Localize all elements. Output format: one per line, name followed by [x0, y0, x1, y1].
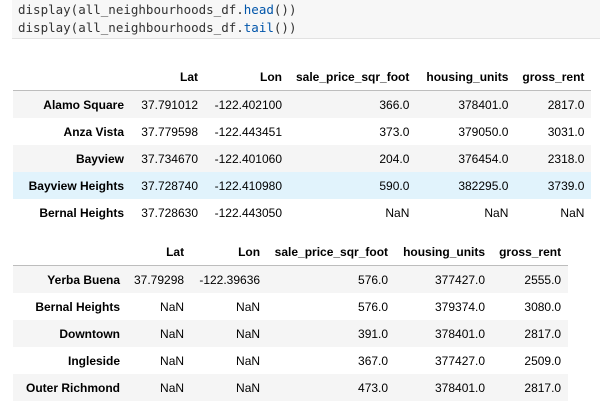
- cell-lat: 37.734670: [141, 151, 198, 166]
- row-index: Bayview: [75, 151, 124, 166]
- column-header-gross-rent: gross_rent: [492, 239, 569, 266]
- table-header-row: Lat Lon sale_price_sqr_foot housing_unit…: [13, 239, 569, 266]
- dataframe-head-table: Lat Lon sale_price_sqr_foot housing_unit…: [13, 64, 592, 226]
- cell-lat: NaN: [160, 299, 185, 314]
- cell-gross-rent: 2817.0: [547, 97, 585, 112]
- table-header-row: Lat Lon sale_price_sqr_foot housing_unit…: [13, 64, 592, 91]
- row-index: Downtown: [59, 326, 120, 341]
- cell-lat: 37.779598: [141, 124, 198, 139]
- table-row[interactable]: Bernal Heights NaN NaN 576.0 379374.0 30…: [13, 293, 568, 320]
- code-cell[interactable]: display(all_neighbourhoods_df.head()) di…: [12, 0, 600, 39]
- cell-lat: 37.791012: [141, 97, 198, 112]
- cell-lat: 37.728630: [141, 205, 198, 220]
- table-row[interactable]: Ingleside NaN NaN 367.0 377427.0 2509.0: [13, 347, 568, 374]
- row-index: Bernal Heights: [39, 205, 124, 220]
- cell-lon: NaN: [236, 380, 261, 395]
- code-text: display(all_neighbourhoods_df.: [18, 20, 244, 35]
- table-row[interactable]: Alamo Square 37.791012 -122.402100 366.0…: [13, 90, 592, 118]
- cell-sale-price: 367.0: [358, 353, 389, 368]
- code-text: display(all_neighbourhoods_df.: [18, 2, 244, 17]
- cell-housing-units: NaN: [484, 205, 509, 220]
- cell-lat: NaN: [160, 380, 185, 395]
- column-header-index: [13, 64, 131, 91]
- cell-housing-units: 378401.0: [435, 326, 486, 341]
- column-header-lat: Lat: [131, 64, 205, 91]
- code-line-head: display(all_neighbourhoods_df.head()): [18, 1, 296, 19]
- dataframe-tail-table: Lat Lon sale_price_sqr_foot housing_unit…: [13, 239, 569, 401]
- cell-lon: NaN: [236, 299, 261, 314]
- cell-housing-units: 382295.0: [458, 178, 509, 193]
- cell-lat: NaN: [160, 353, 185, 368]
- cell-lon: -122.39636: [199, 272, 261, 287]
- cell-lon: -122.443050: [214, 205, 282, 220]
- cell-sale-price: 391.0: [358, 326, 389, 341]
- cell-lat: 37.79298: [134, 272, 185, 287]
- row-index: Yerba Buena: [47, 272, 120, 287]
- column-header-lon: Lon: [191, 239, 268, 266]
- row-index: Alamo Square: [43, 97, 124, 112]
- cell-gross-rent: 2817.0: [524, 326, 562, 341]
- column-header-gross-rent: gross_rent: [515, 64, 592, 91]
- cell-housing-units: 377427.0: [435, 272, 486, 287]
- cell-sale-price: 590.0: [379, 178, 410, 193]
- cell-gross-rent: 2555.0: [524, 272, 562, 287]
- code-function-name: head: [243, 2, 274, 17]
- table-row[interactable]: Yerba Buena 37.79298 -122.39636 576.0 37…: [13, 265, 569, 293]
- column-header-sale-price: sale_price_sqr_foot: [267, 239, 396, 266]
- cell-gross-rent: 2318.0: [547, 151, 585, 166]
- cell-lon: -122.443451: [214, 124, 282, 139]
- cell-sale-price: 576.0: [358, 299, 389, 314]
- cell-lat: 37.728740: [141, 178, 198, 193]
- column-header-housing-units: housing_units: [416, 64, 516, 91]
- cell-housing-units: 376454.0: [458, 151, 509, 166]
- column-header-lat: Lat: [127, 239, 192, 266]
- row-index: Bernal Heights: [35, 299, 120, 314]
- cell-sale-price: 576.0: [358, 272, 389, 287]
- cell-sale-price: 373.0: [379, 124, 410, 139]
- column-header-housing-units: housing_units: [395, 239, 493, 266]
- row-index: Ingleside: [67, 353, 120, 368]
- cell-sale-price: NaN: [385, 205, 410, 220]
- cell-housing-units: 377427.0: [435, 353, 486, 368]
- cell-housing-units: 378401.0: [458, 97, 509, 112]
- code-text: ()): [273, 20, 297, 35]
- column-header-lon: Lon: [205, 64, 289, 91]
- cell-housing-units: 378401.0: [435, 380, 486, 395]
- row-index: Anza Vista: [63, 124, 124, 139]
- code-function-name: tail: [243, 20, 274, 35]
- column-header-sale-price: sale_price_sqr_foot: [289, 64, 417, 91]
- cell-housing-units: 379050.0: [458, 124, 509, 139]
- cell-lon: -122.401060: [214, 151, 282, 166]
- cell-gross-rent: NaN: [560, 205, 585, 220]
- table-row[interactable]: Bernal Heights 37.728630 -122.443050 NaN…: [13, 199, 591, 226]
- cell-gross-rent: 2817.0: [524, 380, 562, 395]
- row-index: Bayview Heights: [28, 178, 124, 193]
- cell-gross-rent: 3739.0: [547, 178, 585, 193]
- cell-gross-rent: 3080.0: [524, 299, 562, 314]
- cell-lon: -122.410980: [214, 178, 282, 193]
- table-row[interactable]: Outer Richmond NaN NaN 473.0 378401.0 28…: [13, 374, 569, 401]
- cell-gross-rent: 3031.0: [547, 124, 585, 139]
- column-header-index: [13, 239, 127, 266]
- cell-sale-price: 473.0: [358, 380, 389, 395]
- cell-lat: NaN: [160, 326, 185, 341]
- table-row[interactable]: Downtown NaN NaN 391.0 378401.0 2817.0: [13, 320, 569, 347]
- code-text: ()): [273, 2, 297, 17]
- cell-lon: -122.402100: [214, 97, 282, 112]
- table-row-highlighted[interactable]: Bayview Heights 37.728740 -122.410980 59…: [13, 172, 592, 199]
- cell-lon: NaN: [236, 326, 261, 341]
- cell-sale-price: 366.0: [379, 97, 410, 112]
- table-row[interactable]: Bayview 37.734670 -122.401060 204.0 3764…: [13, 145, 592, 172]
- table-row[interactable]: Anza Vista 37.779598 -122.443451 373.0 3…: [13, 118, 591, 145]
- cell-housing-units: 379374.0: [435, 299, 486, 314]
- cell-gross-rent: 2509.0: [524, 353, 562, 368]
- cell-sale-price: 204.0: [379, 151, 410, 166]
- code-line-tail: display(all_neighbourhoods_df.tail()): [18, 19, 296, 37]
- cell-lon: NaN: [236, 353, 261, 368]
- row-index: Outer Richmond: [25, 380, 120, 395]
